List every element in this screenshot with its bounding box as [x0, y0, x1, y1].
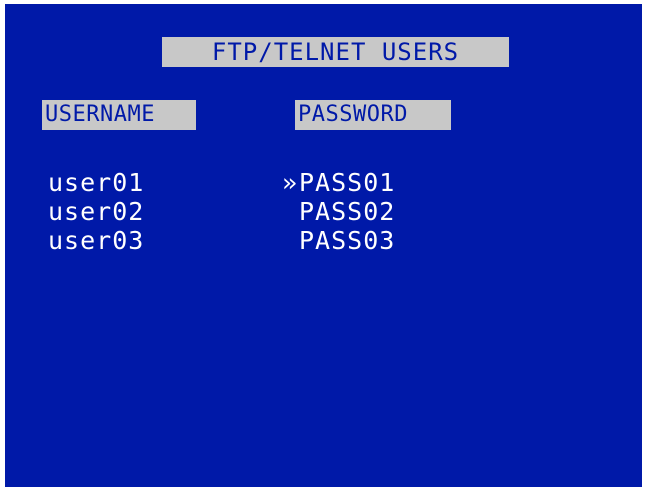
password-value[interactable]: PASS02	[299, 197, 395, 226]
username-value[interactable]: user01	[48, 168, 144, 197]
screen-title: FTP/TELNET USERS	[162, 37, 509, 67]
user-row[interactable]: user02 PASS02	[5, 197, 642, 226]
password-value[interactable]: PASS03	[299, 226, 395, 255]
user-list: user01 » PASS01 user02 PASS02 user03 PAS…	[5, 168, 642, 255]
osd-screen: FTP/TELNET USERS USERNAME PASSWORD user0…	[5, 4, 642, 487]
password-value[interactable]: PASS01	[299, 168, 395, 197]
user-row[interactable]: user01 » PASS01	[5, 168, 642, 197]
selection-cursor-icon: »	[281, 168, 298, 197]
password-column-header: PASSWORD	[295, 100, 451, 130]
username-value[interactable]: user02	[48, 197, 144, 226]
username-value[interactable]: user03	[48, 226, 144, 255]
user-row[interactable]: user03 PASS03	[5, 226, 642, 255]
username-column-header: USERNAME	[42, 100, 196, 130]
